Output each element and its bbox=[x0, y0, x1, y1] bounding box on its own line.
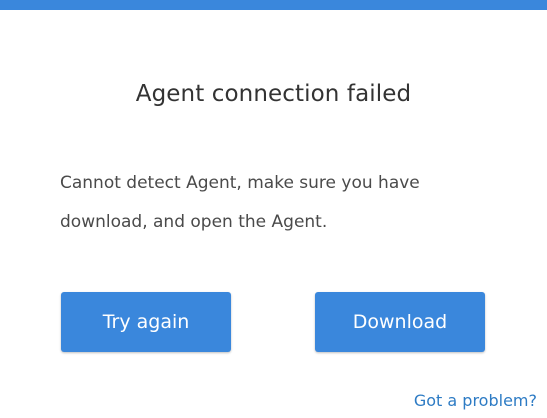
download-button[interactable]: Download bbox=[315, 292, 485, 352]
connection-failed-dialog: Agent connection failed Cannot detect Ag… bbox=[0, 0, 547, 418]
dialog-top-accent-bar bbox=[0, 0, 547, 10]
dialog-title: Agent connection failed bbox=[135, 81, 412, 107]
try-again-button[interactable]: Try again bbox=[61, 292, 231, 352]
dialog-message-line-2: download, and open the Agent. bbox=[60, 212, 328, 232]
got-a-problem-link[interactable]: Got a problem? bbox=[414, 391, 537, 410]
dialog-message-line-1: Cannot detect Agent, make sure you have bbox=[60, 173, 420, 193]
dialog-message: Cannot detect Agent, make sure you have … bbox=[60, 164, 480, 242]
